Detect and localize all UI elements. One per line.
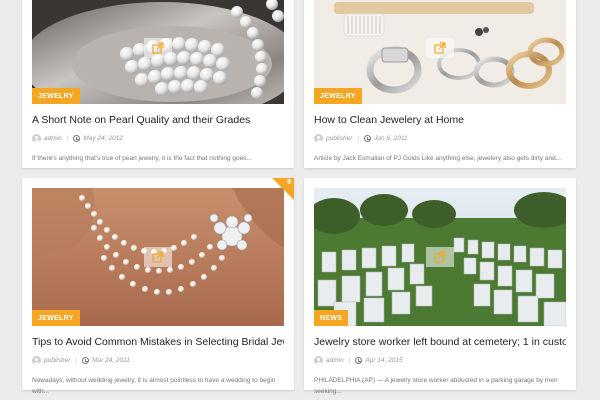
post-date: Mar 24, 2011 bbox=[92, 357, 130, 364]
post-author[interactable]: admin bbox=[44, 135, 62, 142]
clock-icon bbox=[82, 357, 90, 364]
post-card: JEWELRY How to Clean Jewelery at Home pu… bbox=[304, 0, 576, 168]
post-thumbnail[interactable]: JEWELRY bbox=[32, 0, 284, 104]
category-badge[interactable]: JEWELRY bbox=[32, 310, 80, 326]
meta-divider: | bbox=[66, 135, 69, 142]
clock-icon bbox=[355, 357, 363, 364]
category-badge[interactable]: NEWS bbox=[314, 310, 349, 326]
post-meta: publisher | Jun 6, 2011 bbox=[314, 134, 566, 143]
corner-badge-count: 8 bbox=[287, 179, 291, 186]
post-thumbnail[interactable]: NEWS bbox=[314, 188, 566, 326]
post-date: May 24, 2012 bbox=[83, 135, 123, 142]
category-badge[interactable]: JEWELRY bbox=[314, 88, 362, 104]
post-meta: admin | May 24, 2012 bbox=[32, 134, 284, 143]
post-excerpt: If there's anything that's true of pearl… bbox=[32, 155, 252, 162]
post-author[interactable]: publisher bbox=[326, 135, 352, 142]
post-card: NEWS Jewelry store worker left bound at … bbox=[304, 178, 576, 395]
meta-divider: | bbox=[357, 135, 360, 142]
clock-icon bbox=[364, 135, 372, 142]
category-badge[interactable]: JEWELRY bbox=[32, 88, 80, 104]
post-title[interactable]: Jewelry store worker left bound at cemet… bbox=[314, 336, 566, 348]
post-thumbnail[interactable]: JEWELRY bbox=[314, 0, 566, 104]
post-author[interactable]: publisher bbox=[44, 357, 70, 364]
link-icon[interactable] bbox=[144, 247, 172, 267]
clock-icon bbox=[73, 135, 81, 142]
post-card: JEWELRY 8 Tips to Avoid Common Mistakes … bbox=[22, 178, 294, 395]
post-excerpt: Article by Jack Esmalian of PJ Golds Lik… bbox=[314, 155, 562, 162]
post-date: Jun 6, 2011 bbox=[374, 135, 408, 142]
post-title[interactable]: A Short Note on Pearl Quality and their … bbox=[32, 114, 284, 126]
post-author[interactable]: admin bbox=[326, 357, 344, 364]
avatar-icon bbox=[314, 356, 323, 365]
post-date: Apr 14, 2015 bbox=[365, 357, 403, 364]
meta-divider: | bbox=[348, 357, 351, 364]
link-icon[interactable] bbox=[426, 247, 454, 267]
post-thumbnail[interactable]: JEWELRY bbox=[32, 188, 284, 326]
post-excerpt: PHILADELPHIA (AP) — A jewelry store work… bbox=[314, 377, 558, 395]
post-title[interactable]: How to Clean Jewelery at Home bbox=[314, 114, 566, 126]
post-meta: publisher | Mar 24, 2011 bbox=[32, 356, 284, 365]
avatar-icon bbox=[32, 356, 41, 365]
avatar-icon bbox=[314, 134, 323, 143]
post-meta: admin | Apr 14, 2015 bbox=[314, 356, 566, 365]
post-excerpt: Nowadays, without wedding jewelry, it is… bbox=[32, 377, 276, 395]
post-title[interactable]: Tips to Avoid Common Mistakes in Selecti… bbox=[32, 336, 284, 348]
meta-divider: | bbox=[75, 357, 78, 364]
link-icon[interactable] bbox=[426, 38, 454, 58]
post-card: JEWELRY A Short Note on Pearl Quality an… bbox=[22, 0, 294, 168]
link-icon[interactable] bbox=[144, 38, 172, 58]
avatar-icon bbox=[32, 134, 41, 143]
